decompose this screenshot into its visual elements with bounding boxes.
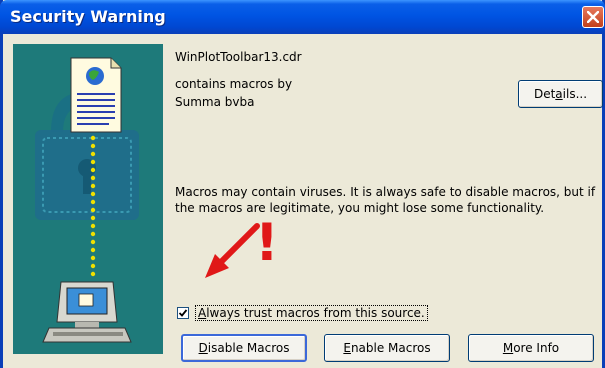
file-name: WinPlotToolbar13.cdr <box>175 50 302 64</box>
publisher-name: Summa bvba <box>175 95 255 109</box>
computer-icon <box>42 281 132 343</box>
always-trust-label[interactable]: Always trust macros from this source. <box>195 305 428 321</box>
document-icon <box>70 57 122 133</box>
macro-warning-text: Macros may contain viruses. It is always… <box>175 185 596 215</box>
disable-macros-button[interactable]: Disable Macros <box>181 334 307 362</box>
arrow-annotation-icon: ! <box>205 214 279 278</box>
contains-macros-label: contains macros by <box>175 77 293 91</box>
security-warning-dialog: Security Warning WinPlotToolbar13.cdr co… <box>0 0 605 368</box>
dialog-title: Security Warning <box>10 7 166 26</box>
title-bar[interactable]: Security Warning <box>0 0 605 34</box>
exclamation-mark: ! <box>255 214 279 273</box>
close-button[interactable] <box>582 6 604 28</box>
checkmark-icon <box>178 309 188 317</box>
details-button[interactable]: Det a ils... <box>518 80 603 108</box>
always-trust-option[interactable]: Always trust macros from this source. <box>177 305 428 321</box>
more-info-button[interactable]: More Info <box>468 334 594 362</box>
close-icon <box>587 11 599 23</box>
enable-macros-button[interactable]: Enable Macros <box>324 334 450 362</box>
security-illustration <box>13 44 163 354</box>
always-trust-checkbox[interactable] <box>177 307 189 319</box>
